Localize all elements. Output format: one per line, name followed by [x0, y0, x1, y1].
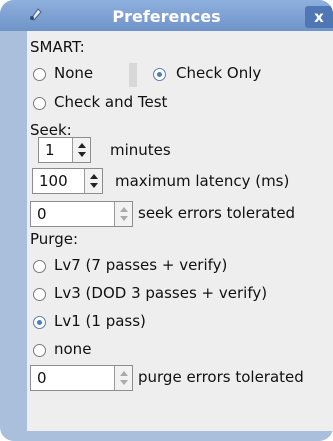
smart-none-label[interactable]: None — [54, 64, 93, 82]
purge-lv1-label[interactable]: Lv1 (1 pass) — [54, 312, 146, 330]
spin-down-icon[interactable] — [120, 380, 128, 385]
purge-errors-value[interactable]: 0 — [37, 369, 47, 387]
purge-errors-label: purge errors tolerated — [138, 368, 304, 386]
smart-heading: SMART: — [30, 38, 85, 56]
seek-errors-spin-buttons[interactable] — [114, 202, 132, 226]
divider — [129, 63, 137, 87]
purge-heading: Purge: — [30, 230, 78, 248]
minutes-value[interactable]: 1 — [45, 141, 55, 159]
preferences-window: Preferences x SMART: None Check Only Che… — [0, 0, 333, 441]
smart-check-only-label[interactable]: Check Only — [176, 64, 261, 82]
latency-spin-buttons[interactable] — [84, 169, 102, 193]
window-title: Preferences — [112, 7, 221, 26]
latency-spinner[interactable]: 100 — [32, 168, 103, 194]
purge-none-label[interactable]: none — [54, 340, 91, 358]
preferences-panel: SMART: None Check Only Check and Test Se… — [27, 31, 333, 431]
spin-down-icon[interactable] — [78, 152, 86, 157]
purge-lv3-radio[interactable] — [33, 288, 46, 301]
purge-errors-spin-buttons[interactable] — [114, 366, 132, 390]
smart-none-radio[interactable] — [33, 68, 46, 81]
latency-value[interactable]: 100 — [39, 172, 68, 190]
seek-errors-spinner[interactable]: 0 — [30, 201, 133, 227]
spin-up-icon[interactable] — [120, 371, 128, 376]
spin-up-icon[interactable] — [90, 174, 98, 179]
latency-label: maximum latency (ms) — [115, 172, 290, 190]
window-bottom-border — [0, 431, 333, 441]
purge-lv3-label[interactable]: Lv3 (DOD 3 passes + verify) — [54, 284, 267, 302]
title-bar[interactable]: Preferences x — [0, 0, 333, 31]
smart-check-and-test-radio[interactable] — [33, 97, 46, 110]
spin-up-icon[interactable] — [120, 207, 128, 212]
seek-errors-label: seek errors tolerated — [138, 204, 296, 222]
close-button[interactable]: x — [305, 6, 333, 28]
spin-down-icon[interactable] — [90, 183, 98, 188]
purge-lv1-radio[interactable] — [33, 316, 46, 329]
seek-errors-value[interactable]: 0 — [37, 205, 47, 223]
spin-down-icon[interactable] — [120, 216, 128, 221]
minutes-spin-buttons[interactable] — [72, 138, 90, 162]
minutes-label: minutes — [110, 141, 171, 159]
purge-lv7-label[interactable]: Lv7 (7 passes + verify) — [54, 256, 227, 274]
smart-check-and-test-label[interactable]: Check and Test — [54, 93, 167, 111]
purge-none-radio[interactable] — [33, 344, 46, 357]
spin-up-icon[interactable] — [78, 143, 86, 148]
purge-lv7-radio[interactable] — [33, 260, 46, 273]
minutes-spinner[interactable]: 1 — [38, 137, 91, 163]
purge-errors-spinner[interactable]: 0 — [30, 365, 133, 391]
smart-check-only-radio[interactable] — [153, 68, 166, 81]
